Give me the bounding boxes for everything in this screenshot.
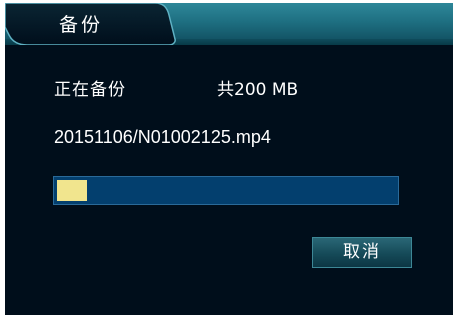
title-tab: 备份 [5, 3, 180, 45]
backup-progress-bar [53, 176, 399, 205]
progress-fill [57, 180, 87, 201]
current-file-path: 20151106/N01002125.mp4 [54, 127, 271, 147]
backup-status-label: 正在备份 [54, 80, 126, 100]
cancel-button[interactable]: 取消 [312, 237, 412, 268]
total-size-label: 共200 MB [217, 80, 299, 100]
backup-dialog: 备份 正在备份 共200 MB 20151106/N01002125.mp4 取… [5, 3, 453, 315]
dialog-title: 备份 [58, 14, 103, 36]
